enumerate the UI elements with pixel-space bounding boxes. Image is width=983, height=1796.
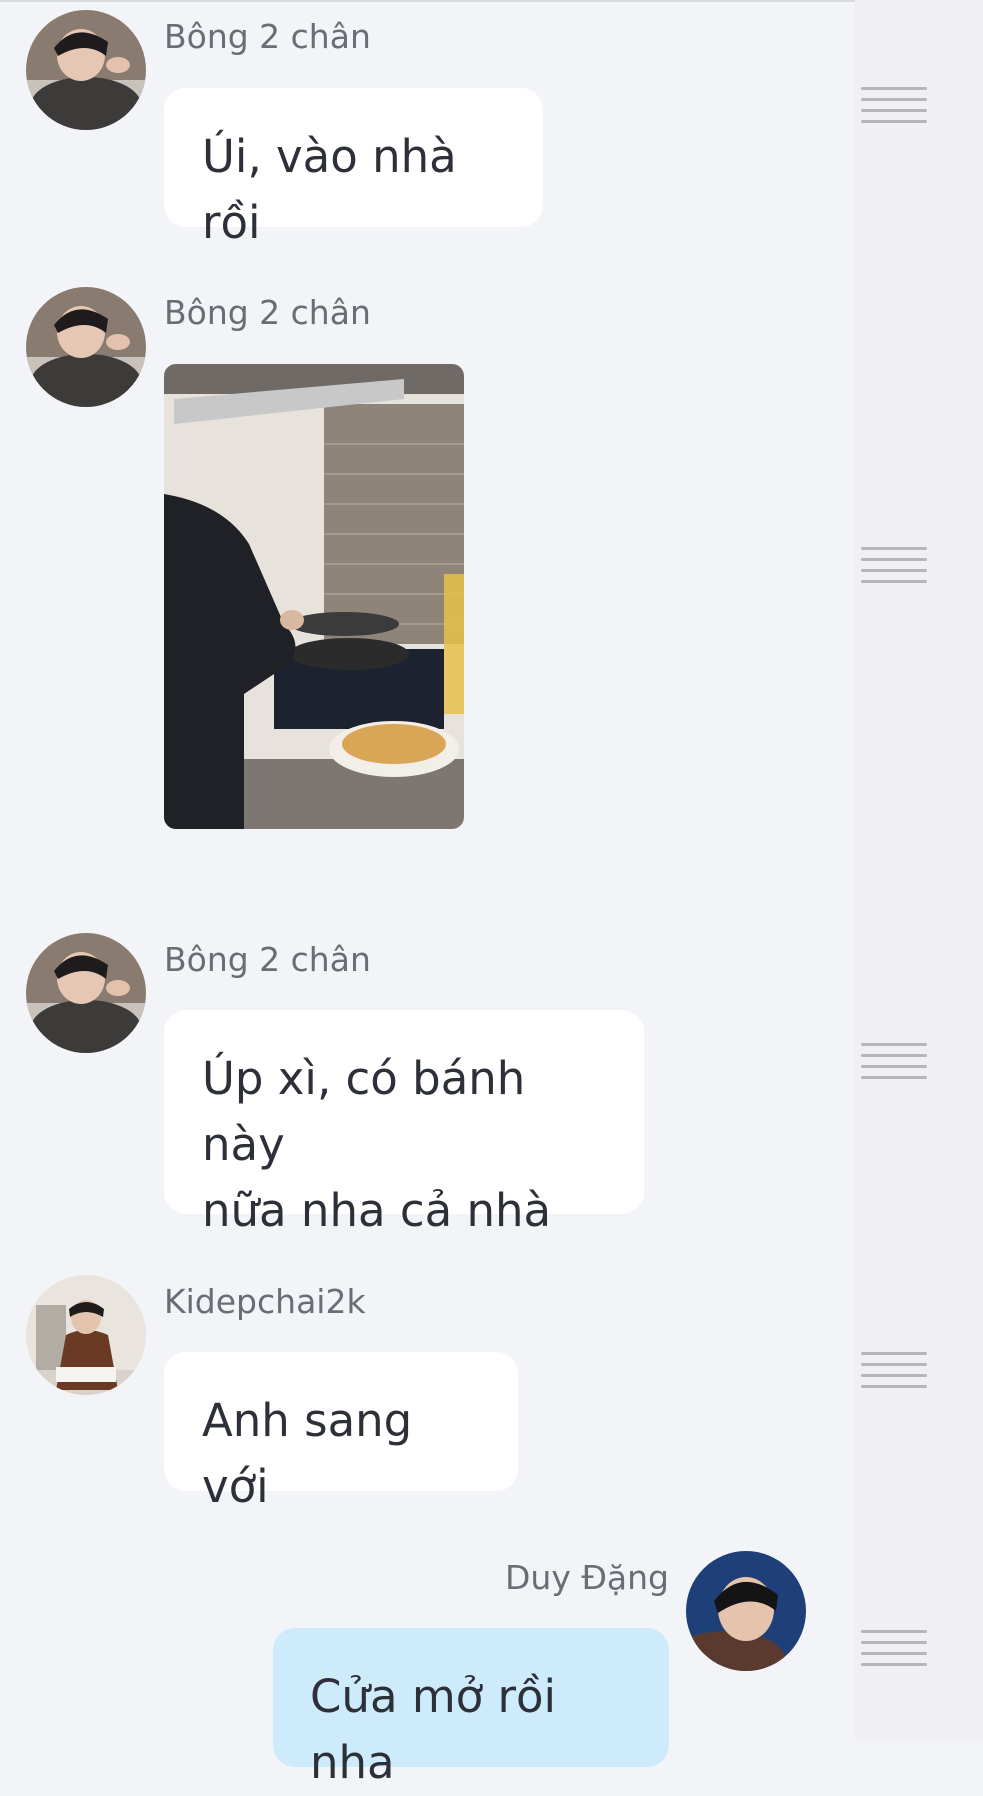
avatar[interactable] (686, 1551, 806, 1671)
sender-name: Duy Đặng (505, 1558, 670, 1597)
message-bubble[interactable]: Úi, vào nhà rồi (164, 88, 543, 249)
sender-name: Bông 2 chân (164, 293, 371, 332)
avatar[interactable] (26, 287, 146, 407)
message-text: Úi, vào nhà rồi (202, 130, 457, 249)
drag-handle-icon[interactable] (861, 1630, 927, 1666)
drag-handle-icon[interactable] (861, 1043, 927, 1079)
sender-name: Bông 2 chân (164, 940, 371, 979)
avatar[interactable] (26, 933, 146, 1053)
avatar[interactable] (26, 1275, 146, 1395)
drag-handle-icon[interactable] (861, 87, 927, 123)
kitchen-photo[interactable] (164, 364, 464, 829)
drag-handle-icon[interactable] (861, 1352, 927, 1388)
message-bubble[interactable]: Anh sang với (164, 1352, 518, 1513)
side-rail (855, 0, 983, 1740)
message-bubble-outgoing[interactable]: Cửa mở rồi nha (273, 1628, 669, 1789)
message-text-line: Úp xì, có bánh này (202, 1052, 526, 1171)
message-bubble[interactable]: Úp xì, có bánh này nữa nha cả nhà (164, 1010, 644, 1237)
message-text: Anh sang với (202, 1394, 413, 1513)
avatar[interactable] (26, 10, 146, 130)
message-text-line: nữa nha cả nhà (202, 1184, 552, 1237)
drag-handle-icon[interactable] (861, 547, 927, 583)
sender-name: Kidepchai2k (164, 1282, 366, 1321)
top-divider (0, 0, 983, 2)
sender-name: Bông 2 chân (164, 17, 371, 56)
message-text: Cửa mở rồi nha (310, 1670, 557, 1789)
